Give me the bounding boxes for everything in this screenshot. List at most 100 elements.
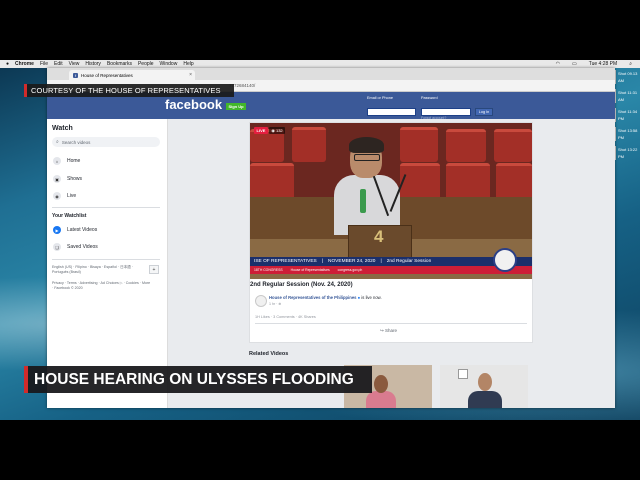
desktop-file[interactable]: Shot 11:31 AM	[614, 89, 640, 103]
desktop-file[interactable]: Shot 09.13 AM	[614, 70, 640, 84]
menu-app[interactable]: Chrome	[15, 61, 34, 67]
footer-links[interactable]: Privacy · Terms · Advertising · Ad Choic…	[52, 281, 152, 291]
facebook-logo[interactable]: facebook	[165, 97, 222, 112]
menu-history[interactable]: History	[85, 61, 101, 67]
chair	[496, 163, 532, 200]
chair	[400, 163, 440, 200]
person-head	[374, 375, 388, 393]
menu-file[interactable]: File	[40, 61, 48, 67]
live-video-player[interactable]: 4 LIVE ◉ 132 ISE OF REPRESENTATIVES | NO…	[250, 123, 532, 279]
search-placeholder: Search videos	[61, 139, 91, 145]
search-icon[interactable]: ⌕	[629, 61, 632, 67]
speaker-glasses	[354, 154, 380, 161]
desktop-file[interactable]: Shot 13:22 PM	[614, 146, 640, 160]
sidebar-divider	[52, 207, 160, 208]
sidebar-divider	[52, 259, 160, 260]
engagement-stats[interactable]: 1H Likes · 3 Comments · 4K Shares	[255, 315, 316, 319]
password-field[interactable]	[421, 108, 471, 116]
email-field[interactable]	[367, 108, 416, 116]
sidebar-item-live[interactable]: ◉ Live	[53, 191, 76, 201]
login-button[interactable]: Log In	[475, 108, 493, 116]
close-tab-icon[interactable]: ×	[189, 72, 192, 78]
page-avatar[interactable]	[255, 295, 267, 307]
viewer-count: ◉ 132	[269, 127, 285, 134]
video-post-card: 4 LIVE ◉ 132 ISE OF REPRESENTATIVES | NO…	[249, 122, 533, 343]
related-videos-title: Related Videos	[249, 351, 289, 357]
sidebar-item-shows[interactable]: ▣ Shows	[53, 174, 82, 184]
banner-congress: 18TH CONGRESS	[254, 268, 283, 272]
facebook-page: Watch ⌕ Search videos ⌂ Home ▣ Shows ◉ L…	[47, 119, 615, 408]
add-language-button[interactable]: +	[149, 265, 159, 274]
sidebar-item-label: Home	[67, 158, 81, 164]
menu-view[interactable]: View	[69, 61, 80, 67]
person-body	[366, 391, 396, 408]
desktop-file[interactable]: Shot 13:58 PM	[614, 127, 640, 141]
chair	[400, 127, 438, 162]
sidebar-item-label: Latest Videos	[67, 227, 98, 233]
water-bottle	[360, 189, 366, 213]
chair	[292, 127, 326, 162]
video-title[interactable]: 2nd Regular Session (Nov. 24, 2020)	[250, 282, 520, 288]
menu-people[interactable]: People	[138, 61, 154, 67]
menu-edit[interactable]: Edit	[54, 61, 63, 67]
person-body	[468, 391, 502, 408]
password-label: Password	[421, 96, 438, 100]
related-video-thumbnail[interactable]	[440, 365, 528, 408]
search-icon: ⌕	[56, 139, 59, 145]
apple-icon[interactable]: ●	[6, 61, 9, 67]
letterbox-top	[0, 0, 640, 60]
broadcast-banner: ISE OF REPRESENTATIVES | NOVEMBER 24, 20…	[250, 257, 532, 266]
search-videos-input[interactable]: ⌕ Search videos	[52, 137, 160, 147]
post-time[interactable]: 1 hr · ⊕	[269, 302, 281, 306]
signup-button[interactable]: Sign Up	[226, 103, 246, 110]
sidebar-item-saved-videos[interactable]: ❑ Saved Videos	[53, 242, 98, 252]
desktop-file-list: Shot 09.13 AM Shot 11:31 AM Shot 11:34 P…	[614, 70, 640, 300]
watch-title: Watch	[52, 125, 73, 132]
share-label: Share	[385, 328, 398, 333]
share-button[interactable]: ↪ Share	[380, 328, 397, 334]
sidebar-item-label: Shows	[67, 176, 83, 182]
browser-tab[interactable]: f House of Representatives ×	[69, 70, 195, 80]
chair	[494, 129, 532, 162]
chair	[446, 129, 486, 162]
watch-sidebar: Watch ⌕ Search videos ⌂ Home ▣ Shows ◉ L…	[47, 119, 168, 408]
bookmark-icon: ❑	[53, 243, 61, 251]
person-head	[478, 373, 492, 391]
banner-social: House of Representatives	[290, 268, 330, 272]
banner-separator: |	[380, 259, 382, 264]
banner-date: NOVEMBER 24, 2020	[327, 259, 376, 264]
wall-frame	[458, 369, 468, 379]
share-icon: ↪	[380, 328, 384, 333]
page-name-link[interactable]: House of Representatives of the Philippi…	[269, 295, 357, 300]
card-divider	[255, 323, 527, 324]
watchlist-title: Your Watchlist	[52, 213, 87, 219]
live-badge: LIVE	[254, 127, 268, 134]
banner-separator: |	[321, 259, 323, 264]
menu-bookmarks[interactable]: Bookmarks	[107, 61, 132, 67]
live-status: is live now.	[361, 295, 382, 300]
battery-icon[interactable]: ▭	[572, 61, 577, 67]
menu-window[interactable]: Window	[160, 61, 178, 67]
menu-help[interactable]: Help	[183, 61, 193, 67]
desktop-file[interactable]: Shot 11:34 PM	[614, 108, 640, 122]
language-links[interactable]: English (US) · Filipino · Bisaya · Españ…	[52, 265, 142, 275]
banner-session: 2nd Regular Session	[386, 259, 432, 264]
shows-icon: ▣	[53, 175, 61, 183]
house-seal-icon	[493, 248, 517, 272]
verified-icon: ●	[357, 295, 361, 300]
sidebar-item-label: Saved Videos	[67, 244, 98, 250]
mac-menubar: ● Chrome File Edit View History Bookmark…	[0, 60, 640, 68]
home-icon: ⌂	[53, 157, 61, 165]
sidebar-item-home[interactable]: ⌂ Home	[53, 156, 80, 166]
banner-chamber: ISE OF REPRESENTATIVES	[254, 259, 317, 264]
email-label: Email or Phone	[367, 96, 393, 100]
viewer-count-value: 132	[275, 128, 283, 133]
page-name-line: House of Representatives of the Philippi…	[269, 295, 382, 300]
letterbox-bottom	[0, 420, 640, 480]
play-icon: ▶	[53, 226, 61, 234]
facebook-favicon-icon: f	[73, 72, 78, 78]
sidebar-item-latest-videos[interactable]: ▶ Latest Videos	[53, 225, 97, 235]
eye-icon: ◉	[271, 128, 275, 133]
menubar-clock[interactable]: Tue 4:28 PM	[589, 61, 617, 67]
wifi-icon[interactable]: ◠	[556, 61, 560, 67]
